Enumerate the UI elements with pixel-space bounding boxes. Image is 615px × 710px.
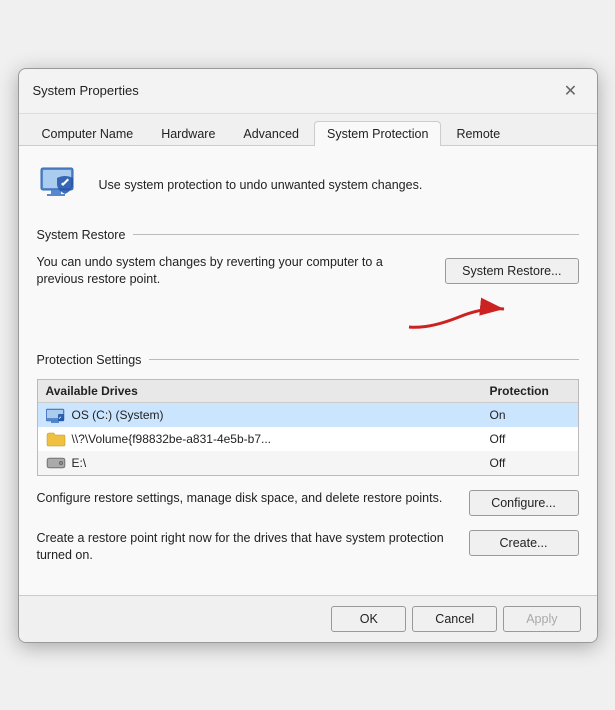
- table-header-row: Available Drives Protection: [38, 380, 578, 403]
- drive-cell: \\?\Volume{f98832be-a831-4e5b-b7...: [46, 431, 490, 447]
- tab-bar: Computer Name Hardware Advanced System P…: [19, 114, 597, 146]
- drive-cell: E:\: [46, 455, 490, 471]
- dialog-title: System Properties: [33, 83, 139, 98]
- table-row[interactable]: \\?\Volume{f98832be-a831-4e5b-b7... Off: [38, 427, 578, 451]
- table-row[interactable]: OS (C:) (System) On: [38, 403, 578, 427]
- drives-table: Available Drives Protection OS (C:) (Sys…: [37, 379, 579, 476]
- create-description: Create a restore point right now for the…: [37, 530, 453, 565]
- configure-description: Configure restore settings, manage disk …: [37, 490, 453, 508]
- protection-section-divider: [149, 359, 578, 360]
- close-button[interactable]: ✕: [559, 79, 583, 103]
- system-restore-button[interactable]: System Restore...: [445, 258, 578, 284]
- protection-status: Off: [490, 432, 570, 446]
- system-restore-header: System Restore: [37, 228, 579, 242]
- create-button[interactable]: Create...: [469, 530, 579, 556]
- protection-status: Off: [490, 456, 570, 470]
- create-section: Create a restore point right now for the…: [37, 530, 579, 565]
- title-bar: System Properties ✕: [19, 69, 597, 114]
- restore-section: You can undo system changes by reverting…: [37, 254, 579, 289]
- top-section: Use system protection to undo unwanted s…: [37, 162, 579, 210]
- arrow-container: [37, 297, 579, 337]
- folder-icon: [46, 431, 66, 447]
- tab-system-protection[interactable]: System Protection: [314, 121, 441, 146]
- protection-settings-label: Protection Settings: [37, 353, 142, 367]
- apply-button[interactable]: Apply: [503, 606, 580, 632]
- tab-remote[interactable]: Remote: [443, 121, 513, 146]
- protection-icon: [37, 162, 85, 210]
- section-divider: [133, 234, 578, 235]
- drive-cell: OS (C:) (System): [46, 407, 490, 423]
- protection-status: On: [490, 408, 570, 422]
- col-header-protection: Protection: [490, 384, 570, 398]
- tab-hardware[interactable]: Hardware: [148, 121, 228, 146]
- system-properties-dialog: System Properties ✕ Computer Name Hardwa…: [18, 68, 598, 643]
- cancel-button[interactable]: Cancel: [412, 606, 497, 632]
- dialog-footer: OK Cancel Apply: [19, 595, 597, 642]
- red-arrow-icon: [399, 297, 519, 337]
- restore-description: You can undo system changes by reverting…: [37, 254, 430, 289]
- drive-icon: [46, 455, 66, 471]
- system-restore-label: System Restore: [37, 228, 126, 242]
- col-header-drive: Available Drives: [46, 384, 490, 398]
- drive-name: E:\: [72, 456, 87, 470]
- drive-name: \\?\Volume{f98832be-a831-4e5b-b7...: [72, 432, 272, 446]
- ok-button[interactable]: OK: [331, 606, 406, 632]
- protection-settings-header: Protection Settings: [37, 353, 579, 367]
- table-row[interactable]: E:\ Off: [38, 451, 578, 475]
- system-drive-icon: [46, 407, 66, 423]
- top-description: Use system protection to undo unwanted s…: [99, 177, 423, 195]
- configure-button[interactable]: Configure...: [469, 490, 579, 516]
- drive-name: OS (C:) (System): [72, 408, 164, 422]
- tab-computer-name[interactable]: Computer Name: [29, 121, 147, 146]
- configure-section: Configure restore settings, manage disk …: [37, 490, 579, 516]
- tab-advanced[interactable]: Advanced: [230, 121, 312, 146]
- content-area: Use system protection to undo unwanted s…: [19, 146, 597, 595]
